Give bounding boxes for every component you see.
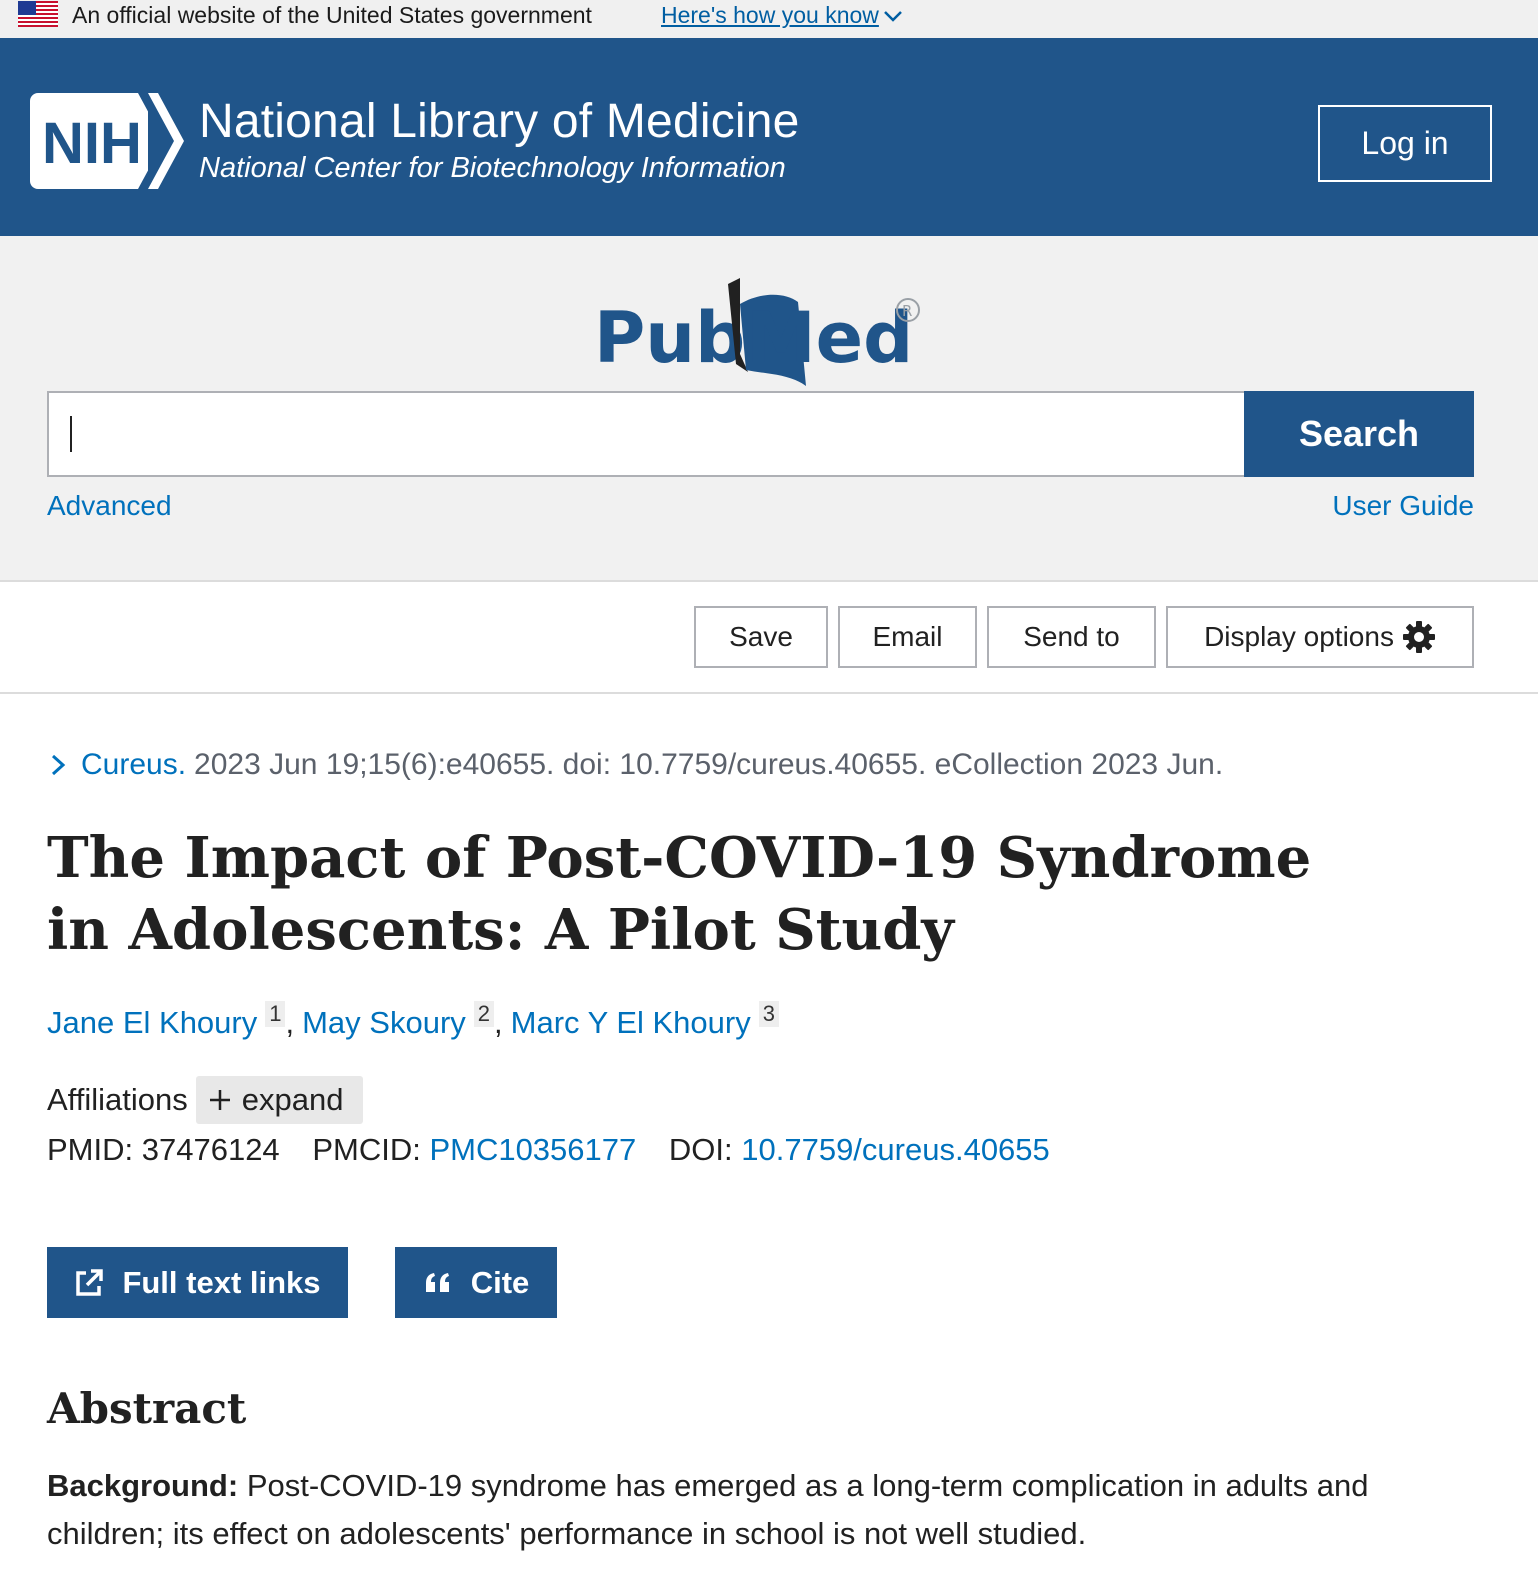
us-flag-icon — [18, 1, 58, 27]
full-text-links-label: Full text links — [122, 1264, 321, 1300]
pmcid-label: PMCID: — [312, 1132, 421, 1167]
affiliation-marker[interactable]: 1 — [265, 1001, 286, 1027]
gov-banner: An official website of the United States… — [0, 0, 1538, 38]
article-title: The Impact of Post-COVID-19 Syndrome in … — [47, 825, 1312, 963]
svg-text:R: R — [902, 302, 912, 320]
gear-icon — [1402, 621, 1435, 653]
author-link[interactable]: Jane El Khoury — [47, 1005, 257, 1041]
nih-header: NIH National Library of Medicine Nationa… — [0, 38, 1538, 236]
svg-text:Med: Med — [746, 297, 913, 379]
svg-text:NIH: NIH — [42, 111, 142, 176]
heres-how-you-know-label: Here's how you know — [661, 2, 879, 28]
doi-link[interactable]: 10.7759/cureus.40655 — [741, 1132, 1050, 1167]
affiliation-marker[interactable]: 2 — [473, 1001, 495, 1027]
author-link[interactable]: May Skoury — [302, 1005, 466, 1041]
ncbi-subtitle: National Center for Biotechnology Inform… — [199, 152, 786, 184]
expand-label: expand — [241, 1082, 344, 1117]
expand-affiliations-button[interactable]: expand — [195, 1076, 364, 1124]
quote-icon — [425, 1272, 449, 1292]
identifiers-row: PMID: 37476124 PMCID: PMC10356177 DOI: 1… — [47, 1132, 1050, 1168]
pmid-label: PMID: — [47, 1132, 134, 1167]
doi-label: DOI: — [668, 1132, 733, 1167]
affiliations-label: Affiliations — [47, 1082, 188, 1117]
chevron-right-icon[interactable] — [47, 752, 69, 778]
author-link[interactable]: Marc Y El Khoury — [511, 1005, 751, 1041]
email-button[interactable]: Email — [838, 606, 977, 668]
pmid-value: 37476124 — [141, 1132, 280, 1167]
full-text-links-button[interactable]: Full text links — [47, 1247, 348, 1318]
chevron-down-icon — [884, 10, 902, 22]
nlm-title[interactable]: National Library of Medicine — [199, 94, 800, 149]
cite-label: Cite — [470, 1264, 530, 1300]
pmcid-link[interactable]: PMC10356177 — [429, 1132, 636, 1167]
search-input[interactable] — [47, 391, 1245, 477]
text-caret — [70, 416, 72, 452]
nih-logo[interactable]: NIH — [30, 91, 186, 191]
citation-details: 2023 Jun 19;15(6):e40655. doi: 10.7759/c… — [194, 748, 1224, 781]
display-options-label: Display options — [1204, 621, 1394, 652]
gov-banner-text: An official website of the United States… — [72, 2, 592, 28]
background-text: Post-COVID-19 syndrome has emerged as a … — [47, 1468, 1369, 1551]
background-label: Background: — [47, 1468, 239, 1503]
heres-how-you-know-link[interactable]: Here's how you know — [661, 2, 903, 29]
external-link-icon — [76, 1268, 104, 1296]
plus-icon — [209, 1090, 230, 1110]
journal-link[interactable]: Cureus. — [81, 748, 186, 782]
advanced-search-link[interactable]: Advanced — [47, 490, 172, 522]
svg-text:Pub: Pub — [594, 297, 745, 379]
login-button[interactable]: Log in — [1318, 105, 1492, 182]
affiliations-row: Affiliations expand — [47, 1076, 364, 1124]
search-button[interactable]: Search — [1244, 391, 1474, 477]
send-to-button[interactable]: Send to — [987, 606, 1156, 668]
abstract-background: Background: Post-COVID-19 syndrome has e… — [47, 1462, 1467, 1558]
save-button[interactable]: Save — [694, 606, 828, 668]
pubmed-logo[interactable]: Pub Med R — [590, 274, 930, 390]
citation-line: Cureus. 2023 Jun 19;15(6):e40655. doi: 1… — [47, 748, 1223, 782]
affiliation-marker[interactable]: 3 — [758, 1001, 779, 1027]
action-bar: Save Email Send to Display options — [0, 582, 1538, 694]
cite-button[interactable]: Cite — [395, 1247, 557, 1318]
search-area: Pub Med R Search Advanced User Guide — [0, 236, 1538, 582]
user-guide-link[interactable]: User Guide — [1332, 490, 1474, 522]
author-list: Jane El Khoury 1 , May Skoury 2 , Marc Y… — [47, 1001, 779, 1041]
abstract-heading: Abstract — [47, 1384, 247, 1433]
display-options-button[interactable]: Display options — [1166, 606, 1474, 668]
